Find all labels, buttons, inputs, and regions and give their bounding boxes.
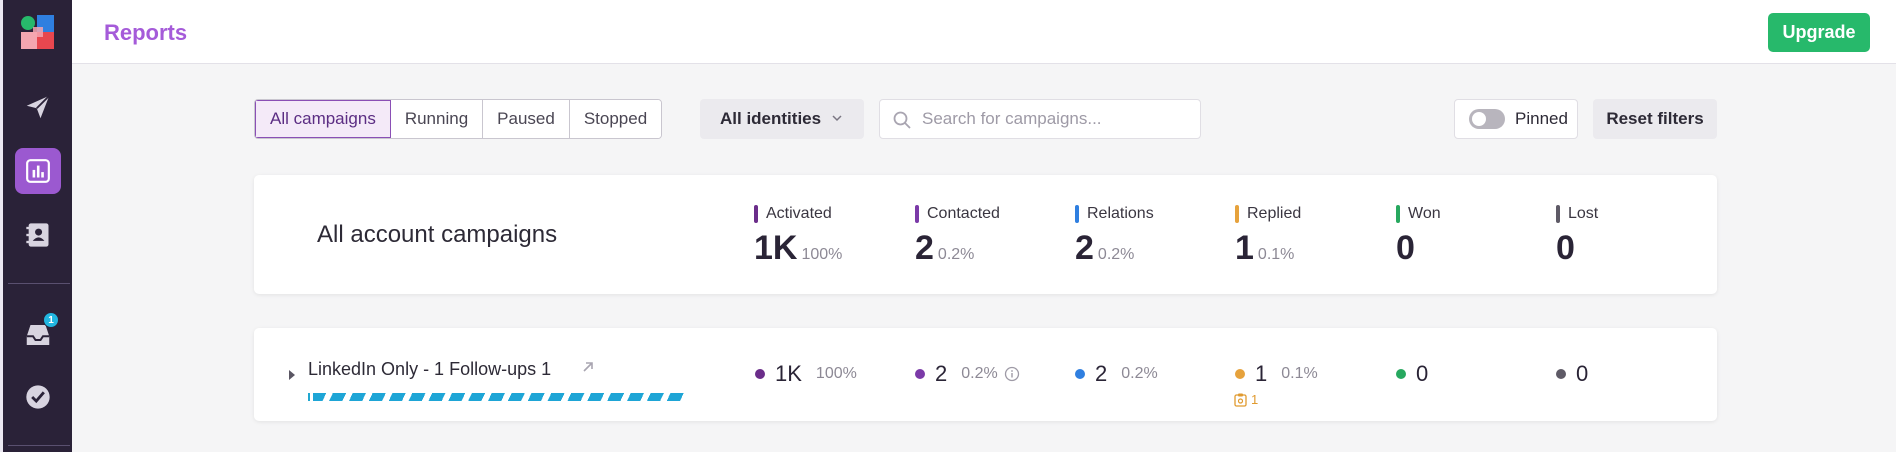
stat-value: 2 <box>1075 229 1094 267</box>
stat-lost: Lost 0 <box>1556 205 1598 268</box>
paper-plane-icon <box>26 95 50 119</box>
chevron-down-icon <box>832 115 842 122</box>
campaign-progress-bar <box>308 393 690 401</box>
tab-running[interactable]: Running <box>390 100 484 138</box>
row-stat-percent: 100% <box>815 365 857 382</box>
stat-color-bar <box>1396 205 1400 223</box>
row-stat-value: 0 <box>1416 361 1429 386</box>
stat-percent: 0.2% <box>1097 246 1135 263</box>
sidebar-item-inbox[interactable]: 1 <box>15 312 61 358</box>
search-input[interactable]: Search for campaigns... <box>879 99 1201 139</box>
app-logo[interactable] <box>20 14 56 50</box>
row-stat-value: 2 <box>935 361 948 386</box>
sidebar-item-contacts[interactable] <box>15 212 61 258</box>
tab-stopped[interactable]: Stopped <box>569 100 662 138</box>
sidebar-divider-bottom <box>8 445 70 446</box>
status-dot <box>755 369 765 379</box>
clipboard-icon <box>1234 393 1247 407</box>
sidebar: 1 <box>0 0 72 452</box>
stat-label: Relations <box>1087 205 1154 222</box>
row-stat-percent: 0.2% <box>961 365 998 382</box>
status-dot <box>1075 369 1085 379</box>
summary-card: All account campaigns Activated 1K 100% C… <box>254 175 1717 294</box>
stat-percent: 0.1% <box>1257 246 1295 263</box>
stat-color-bar <box>754 205 758 223</box>
pinned-toggle[interactable]: Pinned <box>1454 99 1578 139</box>
search-placeholder: Search for campaigns... <box>922 109 1102 128</box>
stat-percent: 100% <box>801 246 843 263</box>
stat-label: Replied <box>1247 205 1302 222</box>
stat-won: Won 0 <box>1396 205 1441 268</box>
sidebar-divider <box>8 283 70 284</box>
inbox-badge: 1 <box>43 312 59 328</box>
info-icon[interactable] <box>1004 366 1020 382</box>
stat-label: Contacted <box>927 205 1000 222</box>
replied-sub-count: 1 <box>1234 392 1258 407</box>
stat-label: Won <box>1408 205 1441 222</box>
campaign-row[interactable]: LinkedIn Only - 1 Follow-ups 1 1K 100% 2… <box>254 328 1717 421</box>
sidebar-item-reports[interactable] <box>15 148 61 194</box>
status-dot <box>915 369 925 379</box>
row-stat-lost: 0 <box>1556 361 1588 387</box>
upgrade-button[interactable]: Upgrade <box>1768 13 1870 52</box>
status-dot <box>1556 369 1566 379</box>
row-stat-value: 1K <box>775 361 802 386</box>
identities-dropdown[interactable]: All identities <box>700 99 864 139</box>
stat-percent: 0.2% <box>937 246 975 263</box>
tab-paused[interactable]: Paused <box>483 100 570 138</box>
stat-value: 2 <box>915 229 934 267</box>
row-stat-value: 0 <box>1576 361 1589 386</box>
status-dot <box>1235 369 1245 379</box>
stat-value: 0 <box>1556 229 1575 267</box>
sidebar-item-tasks[interactable] <box>15 374 61 420</box>
stat-color-bar <box>1556 205 1560 223</box>
campaign-name[interactable]: LinkedIn Only - 1 Follow-ups 1 <box>308 359 551 380</box>
row-stat-relations: 2 0.2% <box>1075 361 1158 387</box>
stat-color-bar <box>1235 205 1239 223</box>
stat-relations: Relations 2 0.2% <box>1075 205 1154 268</box>
status-dot <box>1396 369 1406 379</box>
tab-all-campaigns[interactable]: All campaigns <box>255 100 391 138</box>
summary-title: All account campaigns <box>317 221 558 248</box>
page-title: Reports <box>104 20 188 45</box>
row-stat-value: 2 <box>1095 361 1108 386</box>
row-stat-replied: 1 0.1% <box>1235 361 1318 387</box>
external-link-icon[interactable] <box>580 359 596 375</box>
search-icon <box>893 111 911 129</box>
progress-start-tick <box>308 393 310 401</box>
check-circle-icon <box>26 385 50 409</box>
progress-fill <box>313 393 685 401</box>
row-stat-value: 1 <box>1255 361 1268 386</box>
stat-activated: Activated 1K 100% <box>754 205 842 268</box>
row-stat-percent: 0.2% <box>1121 365 1158 382</box>
sidebar-item-campaigns[interactable] <box>15 84 61 130</box>
stat-contacted: Contacted 2 0.2% <box>915 205 1000 268</box>
reset-filters-button[interactable]: Reset filters <box>1593 99 1717 139</box>
stat-value: 1 <box>1235 229 1254 267</box>
stat-color-bar <box>1075 205 1079 223</box>
row-stat-won: 0 <box>1396 361 1428 387</box>
bar-chart-icon <box>26 159 50 183</box>
stat-label: Activated <box>766 205 832 222</box>
row-stat-activated: 1K 100% <box>755 361 857 387</box>
stat-value: 0 <box>1396 229 1415 267</box>
row-stat-contacted: 2 0.2% <box>915 361 1020 387</box>
toggle-switch[interactable] <box>1469 109 1505 129</box>
stat-label: Lost <box>1568 205 1599 222</box>
contact-book-icon <box>26 223 49 247</box>
pinned-label: Pinned <box>1515 109 1568 128</box>
row-stat-percent: 0.1% <box>1281 365 1318 382</box>
status-tabs: All campaigns Running Paused Stopped <box>254 99 663 139</box>
top-header: Reports Upgrade <box>72 0 1896 64</box>
stat-replied: Replied 1 0.1% <box>1235 205 1301 268</box>
replied-sub-value: 1 <box>1251 392 1259 407</box>
stat-color-bar <box>915 205 919 223</box>
stat-value: 1K <box>754 229 798 267</box>
identities-label: All identities <box>720 109 822 128</box>
expand-caret-icon[interactable] <box>289 370 295 380</box>
